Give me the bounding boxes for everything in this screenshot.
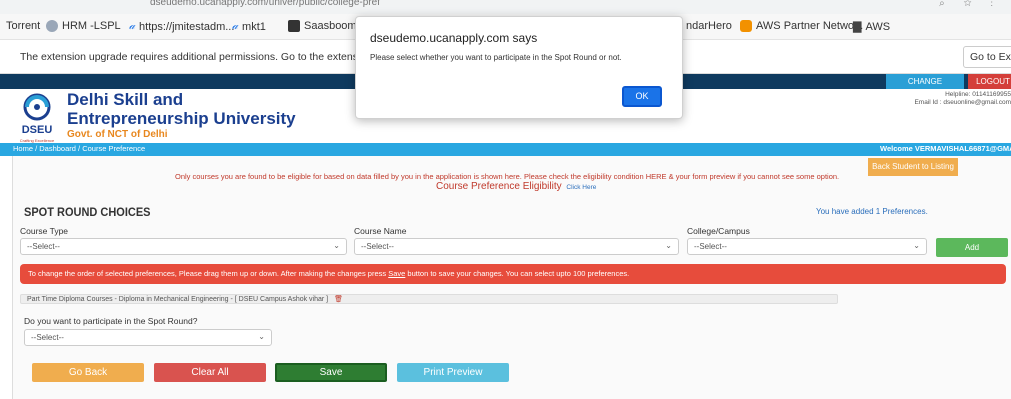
course-type-select[interactable]: --Select-- ⌄ xyxy=(20,238,347,255)
helpline-text: Helpline: 01141169955 xyxy=(945,91,1011,98)
ok-button[interactable]: OK xyxy=(622,86,662,107)
spot-round-question: Do you want to participate in the Spot R… xyxy=(24,316,198,326)
college-label: College/Campus xyxy=(687,226,750,236)
bookmark-aws[interactable]: ▇ AWS xyxy=(853,20,891,34)
dseu-logo: DSEU Crafting Excellence xyxy=(20,93,55,143)
eligibility-notice: Only courses you are found to be eligibl… xyxy=(175,172,840,181)
aws-icon xyxy=(740,20,752,32)
link-icon: 𝒶 xyxy=(129,20,136,32)
university-name-line1: Delhi Skill and xyxy=(67,90,184,109)
govt-label: Govt. of NCT of Delhi xyxy=(67,129,168,140)
bookmark-jmi[interactable]: 𝒶 https://jmitestadm... xyxy=(129,20,234,33)
course-type-value: --Select-- xyxy=(27,242,60,251)
spot-round-select[interactable]: --Select-- ⌄ xyxy=(24,329,272,346)
trash-icon[interactable]: 🗑 xyxy=(334,296,343,303)
bookmark-aws-partner[interactable]: AWS Partner Netwo... xyxy=(740,20,863,32)
notice-text-pre: To change the order of selected preferen… xyxy=(28,269,389,278)
bookmark-label: mkt1 xyxy=(242,20,266,33)
browser-toolbar: dseudemo.ucanapply.com/univer/public/col… xyxy=(0,0,1011,14)
globe-icon xyxy=(46,20,58,32)
chevron-down-icon: ⌄ xyxy=(333,241,340,250)
print-preview-button[interactable]: Print Preview xyxy=(397,363,509,382)
save-button[interactable]: Save xyxy=(275,363,387,382)
saasboomi-icon xyxy=(288,20,300,32)
add-button[interactable]: Add xyxy=(936,238,1008,257)
college-value: --Select-- xyxy=(694,242,727,251)
bookmark-torrent[interactable]: Torrent xyxy=(6,20,40,32)
dialog-message: Please select whether you want to partic… xyxy=(370,53,622,62)
preferences-count: You have added 1 Preferences. xyxy=(816,207,928,216)
bookmark-label: AWS xyxy=(865,20,891,33)
university-name-line2: Entrepreneurship University xyxy=(67,109,296,128)
course-name-label: Course Name xyxy=(354,226,407,236)
notice-text-post: button to save your changes. You can sel… xyxy=(405,269,630,278)
logout-button[interactable]: LOGOUT xyxy=(968,74,1011,89)
breadcrumb[interactable]: Home / Dashboard / Course Preference xyxy=(13,144,145,153)
notice-save-link[interactable]: Save xyxy=(388,269,405,278)
preference-item[interactable]: Part Time Diploma Courses - Diploma in M… xyxy=(20,294,838,304)
link-icon: 𝒶 xyxy=(232,20,239,32)
course-name-value: --Select-- xyxy=(361,242,394,251)
logo-text: DSEU xyxy=(22,124,53,136)
dialog-title: dseudemo.ucanapply.com says xyxy=(370,31,538,45)
email-text: Email Id : dseuonline@gmail.com xyxy=(914,99,1011,106)
chevron-down-icon: ⌄ xyxy=(913,241,920,250)
bookmark-label: AWS Partner Netwo... xyxy=(756,20,864,32)
preference-label: Part Time Diploma Courses - Diploma in M… xyxy=(27,296,329,303)
browser-tool-icons[interactable]: ⌕ ☆ ⋮ xyxy=(939,0,1001,9)
eligibility-title: Course Preference Eligibility xyxy=(436,181,562,192)
bookmark-label: Torrent xyxy=(6,20,41,32)
change-password-button[interactable]: CHANGE PASSWORD xyxy=(886,74,964,101)
bookmark-calendarhero[interactable]: ndarHero xyxy=(686,20,732,32)
nav-bar: Home / Dashboard / Course Preference Wel… xyxy=(0,143,1011,156)
bookmark-label: https://jmitestadm... xyxy=(139,20,235,33)
chevron-down-icon: ⌄ xyxy=(665,241,672,250)
back-to-listing-button[interactable]: Back Student to Listing xyxy=(868,158,958,176)
clear-all-button[interactable]: Clear All xyxy=(154,363,266,382)
alert-dialog: dseudemo.ucanapply.com says Please selec… xyxy=(355,16,683,119)
course-type-label: Course Type xyxy=(20,226,69,236)
course-name-select[interactable]: --Select-- ⌄ xyxy=(354,238,679,255)
helpline-info: Helpline: 01141169955 Email Id : dseuonl… xyxy=(900,91,1011,107)
chevron-down-icon: ⌄ xyxy=(258,332,265,341)
spot-round-value: --Select-- xyxy=(31,333,64,342)
goto-extensions-button[interactable]: Go to Exte xyxy=(963,46,1011,68)
section-title: SPOT ROUND CHOICES xyxy=(24,206,151,220)
document-icon: ▇ xyxy=(853,21,862,33)
bookmark-label: ndarHero xyxy=(686,20,732,32)
college-select[interactable]: --Select-- ⌄ xyxy=(687,238,927,255)
eligibility-heading: Course Preference Eligibility Click Here xyxy=(436,181,596,192)
bookmark-label: HRM -LSPL xyxy=(62,20,121,32)
bookmark-hrm[interactable]: HRM -LSPL xyxy=(46,20,121,32)
address-bar[interactable]: dseudemo.ucanapply.com/univer/public/col… xyxy=(150,0,380,8)
drag-order-notice: To change the order of selected preferen… xyxy=(20,264,1006,284)
bookmark-mkt1[interactable]: 𝒶 mkt1 xyxy=(232,20,266,33)
go-back-button[interactable]: Go Back xyxy=(32,363,144,382)
welcome-user: Welcome VERMAVISHAL66871@GMAIL.COM xyxy=(880,144,1011,153)
eligibility-link[interactable]: Click Here xyxy=(566,184,596,191)
